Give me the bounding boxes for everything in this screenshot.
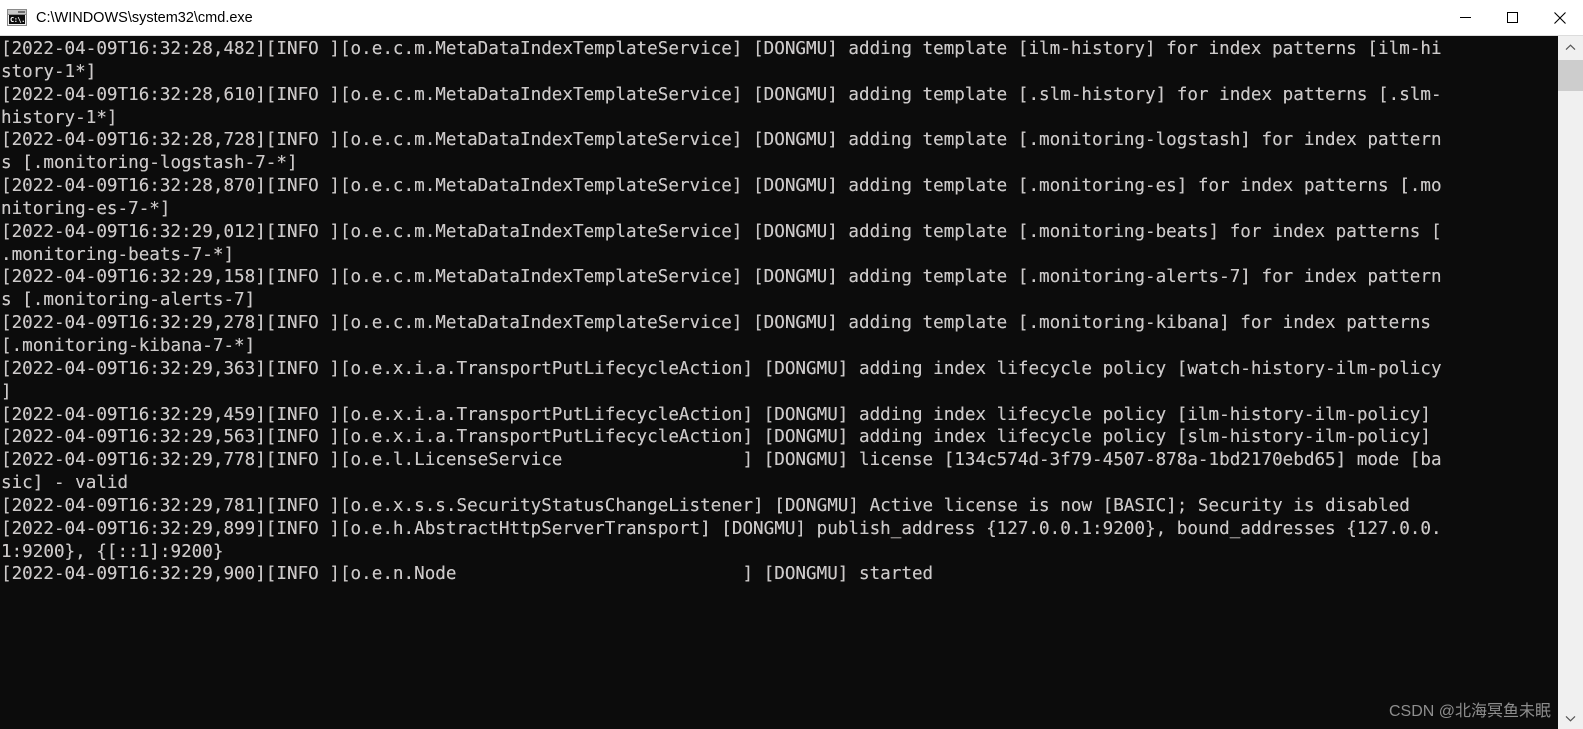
scroll-up-arrow-button[interactable]: [1558, 36, 1583, 58]
vertical-scrollbar[interactable]: [1557, 36, 1583, 729]
title-bar[interactable]: C:\. C:\WINDOWS\system32\cmd.exe: [0, 0, 1583, 36]
close-icon: [1553, 11, 1566, 24]
scrollbar-track[interactable]: [1558, 58, 1583, 707]
minimize-icon: [1460, 17, 1471, 18]
scrollbar-thumb[interactable]: [1558, 60, 1583, 91]
scroll-down-arrow-button[interactable]: [1558, 707, 1583, 729]
maximize-icon: [1507, 12, 1518, 23]
window-title: C:\WINDOWS\system32\cmd.exe: [36, 9, 253, 26]
cmd-icon-screen: C:\.: [9, 15, 25, 24]
console-log-text: [2022-04-09T16:32:28,482][INFO ][o.e.c.m…: [1, 39, 1442, 585]
maximize-button[interactable]: [1489, 0, 1536, 36]
chevron-down-icon: [1565, 715, 1576, 722]
console-output-area[interactable]: [2022-04-09T16:32:28,482][INFO ][o.e.c.m…: [0, 36, 1557, 729]
minimize-button[interactable]: [1442, 0, 1489, 36]
close-button[interactable]: [1536, 0, 1583, 36]
chevron-up-icon: [1565, 43, 1576, 50]
cmd-window: C:\. C:\WINDOWS\system32\cmd.exe [2022-0…: [0, 0, 1583, 729]
cmd-icon: C:\.: [7, 9, 27, 26]
title-bar-left: C:\. C:\WINDOWS\system32\cmd.exe: [0, 0, 1442, 35]
cmd-icon-buttons: [18, 11, 25, 13]
window-controls: [1442, 0, 1583, 36]
